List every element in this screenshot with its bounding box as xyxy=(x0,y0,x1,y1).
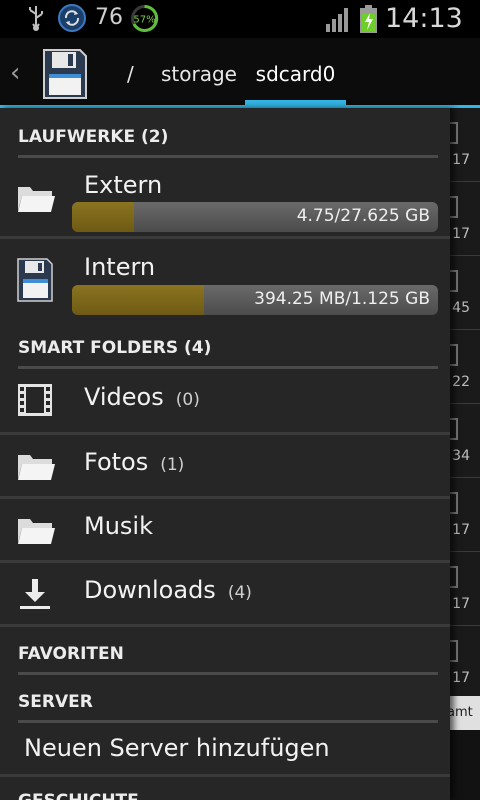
floppy-disk-icon[interactable] xyxy=(40,46,88,102)
smart-folder-name: Videos xyxy=(84,383,164,411)
smart-folder-musik[interactable]: Musik xyxy=(0,499,450,560)
drive-label: Intern xyxy=(84,253,156,281)
section-header-favorites: FAVORITEN xyxy=(18,628,438,675)
smart-folder-label: Fotos (1) xyxy=(84,448,184,476)
list-item-date: 17 xyxy=(452,522,470,538)
drive-usage-bar: 4.75/27.625 GB xyxy=(72,202,438,232)
smart-folder-videos[interactable]: Videos (0) xyxy=(0,370,450,432)
section-header-server: SERVER xyxy=(18,676,438,723)
notification-count: 76 xyxy=(95,5,123,30)
smart-folder-count: (4) xyxy=(227,583,252,603)
section-header-history: GESCHICHTE xyxy=(18,775,438,800)
sync-icon xyxy=(58,4,86,32)
breadcrumb-separator: / xyxy=(127,62,134,86)
list-item[interactable]: 17 xyxy=(447,478,480,552)
list-item[interactable]: 45 xyxy=(447,256,480,330)
folder-icon xyxy=(18,187,55,212)
breadcrumb-storage[interactable]: storage xyxy=(161,62,237,86)
smart-folder-name: Downloads xyxy=(84,576,216,604)
section-header-drives: LAUFWERKE (2) xyxy=(18,111,438,158)
navigation-drawer: LAUFWERKE (2) Extern 4.75/27.625 GB Inte… xyxy=(0,108,450,800)
battery-charging-icon xyxy=(360,5,377,33)
list-item[interactable]: 22 xyxy=(447,330,480,404)
list-item-date: 22 xyxy=(452,374,470,390)
list-item-date: 17 xyxy=(452,226,470,242)
background-bottom-bar-text: amt xyxy=(447,696,480,730)
action-bar: ‹ / storage sdcard0 xyxy=(0,38,480,108)
battery-ring-icon: 57% xyxy=(131,4,159,32)
drive-usage-bar: 394.25 MB/1.125 GB xyxy=(72,285,438,315)
breadcrumb-sdcard0[interactable]: sdcard0 xyxy=(245,38,346,105)
smart-folder-downloads[interactable]: Downloads (4) xyxy=(0,563,450,624)
drive-usage-text: 394.25 MB/1.125 GB xyxy=(254,289,430,309)
list-item[interactable]: 17 xyxy=(447,626,480,700)
folder-icon xyxy=(18,455,55,480)
section-header-smart-folders: SMART FOLDERS (4) xyxy=(18,322,438,369)
smart-folder-name: Musik xyxy=(84,512,153,540)
smart-folder-label: Musik xyxy=(84,512,165,540)
status-clock: 14:13 xyxy=(385,3,463,34)
smart-folder-fotos[interactable]: Fotos (1) xyxy=(0,435,450,496)
add-server-item[interactable]: Neuen Server hinzufügen xyxy=(0,726,450,774)
status-bar: 76 57% 14:13 xyxy=(0,0,480,38)
battery-ring-text: 57% xyxy=(133,15,155,26)
folder-icon xyxy=(18,519,55,544)
drive-usage-fill xyxy=(72,202,135,232)
smart-folder-count: (1) xyxy=(160,455,185,475)
drive-item-intern[interactable]: Intern 394.25 MB/1.125 GB xyxy=(0,239,450,319)
list-item[interactable]: 34 xyxy=(447,404,480,478)
list-item-date: 34 xyxy=(452,448,470,464)
background-bottom-area xyxy=(447,730,480,800)
drive-label: Extern xyxy=(84,171,163,199)
signal-icon xyxy=(326,8,348,32)
smart-folder-count: (0) xyxy=(175,390,200,410)
smart-folder-label: Downloads (4) xyxy=(84,576,252,604)
list-item-date: 17 xyxy=(452,596,470,612)
drive-usage-text: 4.75/27.625 GB xyxy=(296,206,430,226)
list-item[interactable]: 17 xyxy=(447,182,480,256)
add-server-label: Neuen Server hinzufügen xyxy=(24,734,330,762)
film-icon xyxy=(18,384,52,416)
list-item-date: 17 xyxy=(452,670,470,686)
divider xyxy=(0,624,450,627)
drive-item-extern[interactable]: Extern 4.75/27.625 GB xyxy=(0,158,450,236)
up-caret-icon[interactable]: ‹ xyxy=(10,58,20,88)
list-item[interactable]: 17 xyxy=(447,552,480,626)
drive-usage-fill xyxy=(72,285,204,315)
usb-icon xyxy=(29,6,43,31)
list-item[interactable]: 17 xyxy=(447,108,480,182)
list-item-date: 45 xyxy=(452,300,470,316)
smart-folder-label: Videos (0) xyxy=(84,383,200,411)
list-item-date: 17 xyxy=(452,152,470,168)
floppy-disk-icon xyxy=(17,258,53,302)
download-icon xyxy=(20,579,50,609)
smart-folder-name: Fotos xyxy=(84,448,149,476)
